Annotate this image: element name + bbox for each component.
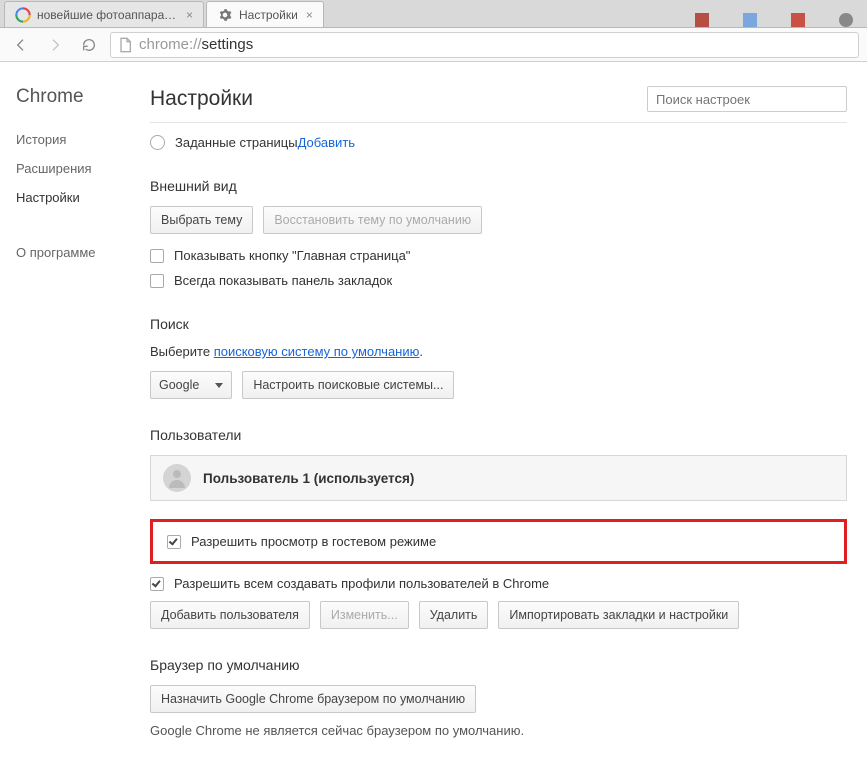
reload-button[interactable]	[76, 32, 102, 58]
address-bar[interactable]: chrome://settings	[110, 32, 859, 58]
close-icon[interactable]: ×	[186, 8, 193, 22]
search-engine-selected: Google	[159, 378, 199, 392]
sidebar-item-about[interactable]: О программе	[16, 245, 150, 260]
tab-title: новейшие фотоаппараты	[37, 8, 178, 22]
close-icon[interactable]: ×	[306, 8, 313, 22]
tab-title: Настройки	[239, 8, 298, 22]
address-prefix: chrome://	[139, 36, 202, 53]
gear-icon	[217, 7, 233, 23]
google-icon	[15, 7, 31, 23]
search-heading: Поиск	[150, 316, 847, 332]
appearance-heading: Внешний вид	[150, 178, 847, 194]
search-engine-select[interactable]: Google	[150, 371, 232, 399]
highlighted-option: Разрешить просмотр в гостевом режиме	[150, 519, 847, 564]
divider	[150, 122, 847, 123]
address-path: settings	[202, 36, 254, 53]
page-icon	[117, 37, 133, 53]
show-home-checkbox[interactable]	[150, 249, 164, 263]
tab-shelf	[695, 13, 867, 27]
show-bookmarks-label: Всегда показывать панель закладок	[174, 273, 392, 288]
anyone-create-checkbox[interactable]	[150, 577, 164, 591]
manage-search-engines-button[interactable]: Настроить поисковые системы...	[242, 371, 454, 399]
current-user-name: Пользователь 1 (используется)	[203, 471, 414, 486]
shelf-item[interactable]	[695, 13, 713, 27]
anyone-create-label: Разрешить всем создавать профили пользов…	[174, 576, 549, 591]
show-bookmarks-checkbox[interactable]	[150, 274, 164, 288]
guest-browsing-checkbox[interactable]	[167, 535, 181, 549]
startup-pages-label: Заданные страницы	[175, 135, 298, 150]
restore-theme-button: Восстановить тему по умолчанию	[263, 206, 482, 234]
edit-user-button: Изменить...	[320, 601, 409, 629]
startup-add-link[interactable]: Добавить	[298, 135, 355, 150]
choose-theme-button[interactable]: Выбрать тему	[150, 206, 253, 234]
default-browser-note: Google Chrome не является сейчас браузер…	[150, 723, 847, 738]
import-button[interactable]: Импортировать закладки и настройки	[498, 601, 739, 629]
users-heading: Пользователи	[150, 427, 847, 443]
default-browser-heading: Браузер по умолчанию	[150, 657, 847, 673]
browser-tab-inactive[interactable]: новейшие фотоаппараты ×	[4, 1, 204, 27]
forward-button[interactable]	[42, 32, 68, 58]
current-user-box[interactable]: Пользователь 1 (используется)	[150, 455, 847, 501]
shelf-item[interactable]	[743, 13, 761, 27]
startup-pages-radio[interactable]	[150, 135, 165, 150]
set-default-browser-button[interactable]: Назначить Google Chrome браузером по умо…	[150, 685, 476, 713]
shelf-item[interactable]	[791, 13, 809, 27]
sidebar-item-history[interactable]: История	[16, 132, 150, 147]
page-title: Настройки	[150, 87, 253, 111]
sidebar-item-settings[interactable]: Настройки	[16, 190, 150, 205]
browser-tab-active[interactable]: Настройки ×	[206, 1, 324, 27]
guest-browsing-label: Разрешить просмотр в гостевом режиме	[191, 534, 436, 549]
add-user-button[interactable]: Добавить пользователя	[150, 601, 310, 629]
avatar-icon	[163, 464, 191, 492]
delete-user-button[interactable]: Удалить	[419, 601, 489, 629]
caret-down-icon	[215, 383, 223, 388]
sidebar-item-extensions[interactable]: Расширения	[16, 161, 150, 176]
settings-sidebar: Chrome История Расширения Настройки О пр…	[0, 86, 150, 766]
brand-title: Chrome	[16, 86, 150, 108]
search-prefix: Выберите	[150, 344, 214, 359]
show-home-label: Показывать кнопку "Главная страница"	[174, 248, 410, 263]
default-search-link[interactable]: поисковую систему по умолчанию	[214, 344, 420, 359]
shelf-item[interactable]	[839, 13, 857, 27]
back-button[interactable]	[8, 32, 34, 58]
settings-search-input[interactable]	[647, 86, 847, 112]
